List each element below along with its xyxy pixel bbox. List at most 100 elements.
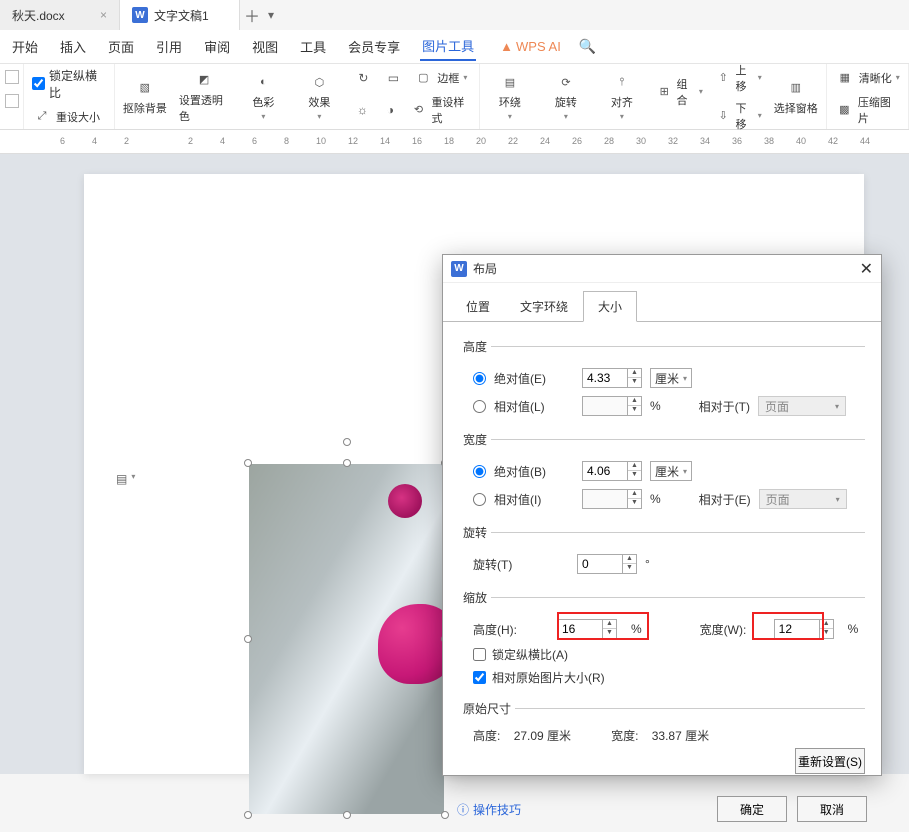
menu-member[interactable]: 会员专享 (346, 33, 402, 60)
scale-h-input[interactable] (558, 620, 602, 638)
spin-down-icon[interactable]: ▼ (628, 471, 641, 480)
cancel-button[interactable]: 取消 (797, 796, 867, 822)
spin-down-icon[interactable]: ▼ (623, 564, 636, 573)
doc-tab-1[interactable]: 秋天.docx × (0, 0, 120, 30)
wrap-icon: ▤ (500, 72, 520, 92)
bright-icon[interactable]: ☼ (353, 100, 371, 120)
close-icon[interactable]: × (100, 8, 107, 22)
spin-up-icon[interactable]: ▲ (628, 369, 641, 378)
width-abs-input[interactable] (583, 462, 627, 480)
width-rel-radio[interactable] (473, 493, 486, 506)
compress-button[interactable]: ▩ 压缩图片 (835, 94, 900, 126)
ruler-tick: 40 (796, 136, 806, 146)
width-legend: 宽度 (459, 431, 491, 448)
reset-size-button[interactable]: ⤢ 重设大小 (32, 107, 106, 127)
spin-down-icon[interactable]: ▼ (628, 378, 641, 387)
effect-button[interactable]: ⬡ 效果▾ (297, 72, 341, 121)
lock-ratio-checkbox[interactable] (32, 77, 45, 90)
ok-button[interactable]: 确定 (717, 796, 787, 822)
scale-w-input[interactable] (775, 620, 819, 638)
wps-ai-button[interactable]: ▲ WPS AI (500, 39, 561, 54)
height-legend: 高度 (459, 338, 491, 355)
reset-original-button[interactable]: 重新设置(S) (795, 748, 865, 774)
rotation-input[interactable] (578, 555, 622, 573)
resize-handle-bl[interactable] (244, 811, 252, 819)
ruler-tick: 2 (188, 136, 193, 146)
search-icon[interactable]: 🔍 (579, 38, 596, 55)
group-button[interactable]: ⊞ 组合▾ (656, 76, 703, 108)
height-relto-label: 相对于(T) (699, 398, 750, 415)
menu-start[interactable]: 开始 (10, 33, 40, 60)
tab-size[interactable]: 大小 (583, 291, 637, 322)
scale-w-spinner[interactable]: ▲▼ (774, 619, 834, 639)
height-abs-radio[interactable] (473, 372, 486, 385)
select-pane-button[interactable]: ▥ 选择窗格 (774, 78, 818, 116)
lock-ratio-check[interactable]: 锁定纵横比 (32, 67, 106, 101)
resize-handle-b[interactable] (343, 811, 351, 819)
height-rel-spinner[interactable]: ▲▼ (582, 396, 642, 416)
width-abs-spinner[interactable]: ▲▼ (582, 461, 642, 481)
height-abs-input[interactable] (583, 369, 627, 387)
menu-picture-tool[interactable]: 图片工具 (420, 32, 476, 61)
border-button[interactable]: ▢ 边框▾ (413, 68, 467, 88)
width-rel-spinner[interactable]: ▲▼ (582, 489, 642, 509)
sharpen-button[interactable]: ▦ 清晰化▾ (835, 68, 900, 88)
rotation-spinner[interactable]: ▲▼ (577, 554, 637, 574)
align-button[interactable]: ⫯ 对齐▾ (600, 72, 644, 121)
contrast-icon[interactable]: ◑ (381, 100, 399, 120)
resize-handle-tl[interactable] (244, 459, 252, 467)
set-transparent-button[interactable]: ◩ 设置透明色 (179, 70, 230, 124)
spin-down-icon[interactable]: ▼ (603, 629, 616, 638)
align-icon: ⫯ (612, 72, 632, 92)
menu-view[interactable]: 视图 (250, 33, 280, 60)
height-rel-radio[interactable] (473, 400, 486, 413)
move-down-button[interactable]: ⇩ 下移▾ (715, 100, 762, 132)
height-abs-spinner[interactable]: ▲▼ (582, 368, 642, 388)
color-button[interactable]: ◐ 色彩▾ (241, 72, 285, 121)
spin-up-icon[interactable]: ▲ (820, 620, 833, 629)
resize-handle-l[interactable] (244, 635, 252, 643)
paragraph-handle[interactable]: ▤▾ (116, 472, 135, 486)
tab-position[interactable]: 位置 (451, 291, 505, 322)
rotate-button[interactable]: ⟳ 旋转▾ (544, 72, 588, 121)
menu-insert[interactable]: 插入 (58, 33, 88, 60)
tab-wrap[interactable]: 文字环绕 (505, 291, 583, 322)
rotate-handle[interactable] (343, 438, 351, 446)
remove-bg-button[interactable]: ▧ 抠除背景 (123, 78, 167, 116)
selected-image[interactable] (249, 464, 444, 814)
width-relto-label: 相对于(E) (699, 491, 751, 508)
menu-page[interactable]: 页面 (106, 33, 136, 60)
width-abs-radio[interactable] (473, 465, 486, 478)
reset-style-button[interactable]: ⟲ 重设样式 (410, 94, 471, 126)
relative-original-checkbox[interactable] (473, 671, 486, 684)
menu-review[interactable]: 审阅 (202, 33, 232, 60)
resize-handle-t[interactable] (343, 459, 351, 467)
height-unit-select[interactable]: 厘米▾ (650, 368, 692, 388)
dialog-title: 布局 (473, 260, 497, 277)
spin-up-icon[interactable]: ▲ (628, 462, 641, 471)
ruler-tick: 4 (220, 136, 225, 146)
move-up-button[interactable]: ⇧ 上移▾ (715, 62, 762, 94)
wrap-button[interactable]: ▤ 环绕▾ (488, 72, 532, 121)
ruler-tick: 8 (284, 136, 289, 146)
close-icon[interactable]: ✕ (860, 259, 873, 279)
add-tab-button[interactable]: ＋ (240, 3, 264, 27)
menu-ref[interactable]: 引用 (154, 33, 184, 60)
crop-icon[interactable]: ▭ (383, 68, 403, 88)
width-unit-select[interactable]: 厘米▾ (650, 461, 692, 481)
reset-style-label: 重设样式 (431, 94, 470, 126)
dialog-titlebar[interactable]: W 布局 ✕ (443, 255, 881, 283)
spin-up-icon[interactable]: ▲ (603, 620, 616, 629)
original-size-fieldset: 原始尺寸 高度: 27.09 厘米 宽度: 33.87 厘米 重新设置(S) (459, 700, 865, 774)
rotate-cw-icon[interactable]: ↻ (353, 68, 373, 88)
quick-icon-1[interactable] (5, 70, 19, 84)
spin-down-icon[interactable]: ▼ (820, 629, 833, 638)
doc-tab-2[interactable]: W 文字文稿1 (120, 0, 240, 30)
scale-h-spinner[interactable]: ▲▼ (557, 619, 617, 639)
spin-up-icon[interactable]: ▲ (623, 555, 636, 564)
tips-link[interactable]: ⓘ 操作技巧 (457, 801, 521, 818)
lock-ratio-checkbox[interactable] (473, 648, 486, 661)
quick-icon-2[interactable] (5, 94, 19, 108)
menu-tool[interactable]: 工具 (298, 33, 328, 60)
tab-menu-button[interactable]: ▾ (268, 8, 274, 22)
